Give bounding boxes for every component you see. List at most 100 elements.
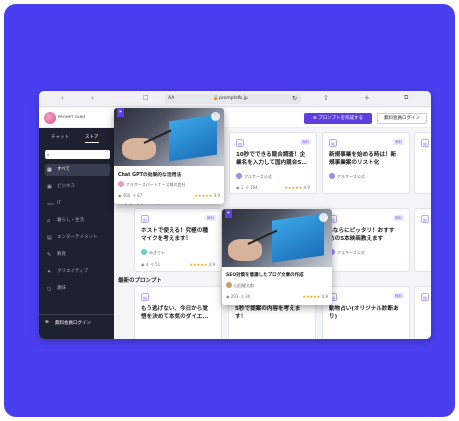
app-header: PROMPT FARM ⊕ プロンプトを作成する 無料会員ログイン <box>39 108 431 128</box>
card-title-line: り) <box>329 314 338 320</box>
card-title-line: ホストで使える！究極の種 <box>141 228 208 234</box>
rating-stars: ★★★★★ <box>284 185 303 190</box>
sidebar-item-education[interactable]: ✎ 教育 <box>45 249 110 261</box>
prompt-icon: ▤ <box>421 215 429 223</box>
sidebar-item-creative[interactable]: ✦ クリエイティブ <box>45 266 110 278</box>
card-author: アルサーズ公式 <box>329 173 365 180</box>
sidebar-login-button[interactable]: ⊕ 無料会員ログイン <box>45 320 91 326</box>
featured-prompt-card[interactable]: ⚑ ♡ SEO対策を意識したブログ文章の作成 山田健太郎 ◉ 293 ⚲ 30 … <box>222 209 332 305</box>
sidebar-item-entertainment[interactable]: ▤ エンターテイメント <box>45 232 110 244</box>
forward-icon[interactable]: › <box>91 94 94 102</box>
promo-background: ‹ › □ AA 🔒 promptsfb.jp ↻ ⇧ + ⧉ PROMPT F… <box>4 4 455 417</box>
tab-store[interactable]: ストア <box>85 134 99 143</box>
prompt-icon: ▤ <box>141 215 149 223</box>
prompt-card[interactable]: ▤ もう逃げない、今日から覚 悟を決めて本気のダイエ… <box>134 286 222 339</box>
sidebar-item-life[interactable]: ⌂ 暮らし・生活 <box>45 215 110 227</box>
reader-icon[interactable]: □ <box>143 94 149 101</box>
prompt-card[interactable]: ▤ 無料 動物占い(オリジナル診断あ り) <box>322 286 410 339</box>
prompt-card[interactable]: ▤ 無料 10秒でできる競合調査！企 業名を入力して国内競合S… アルサーズ公式 … <box>229 132 317 194</box>
prompt-card-partial[interactable]: ▤ <box>414 132 431 194</box>
card-title-line: 業名を入力して国内競合S… <box>236 160 307 166</box>
author-name: みきてゃ <box>149 250 165 255</box>
sidebar-item-hobby[interactable]: ◻ 趣味 <box>45 283 110 295</box>
share-icon[interactable]: ⇧ <box>323 94 329 102</box>
card-stats: ◉ 293 ⚲ 30 <box>226 294 251 299</box>
prompt-card[interactable]: ▤ 無料 5ならにピッタリ！おすす めの5本映画教えます アルサーズ公式 <box>322 208 410 272</box>
back-icon[interactable]: ‹ <box>61 94 64 102</box>
rating-score: 4.9 <box>321 294 328 299</box>
sidebar-item-label: クリエイティブ <box>57 269 89 274</box>
card-title: SEO対策を意識したブログ文章の作成 <box>226 273 304 278</box>
sidebar-tabs: チャット ストア <box>39 128 114 146</box>
sidebar-item-it[interactable]: </> IT <box>45 198 110 210</box>
section-title-latest: 最新のプロンプト <box>118 278 162 284</box>
briefcase-icon: ▣ <box>47 184 52 190</box>
prompt-icon: ▤ <box>421 139 429 147</box>
hand-shape <box>122 138 156 160</box>
card-title-line: 規事業案のリスト化 <box>329 160 380 166</box>
logo-icon[interactable] <box>44 112 56 124</box>
view-count: 1 <box>240 185 244 190</box>
prompt-card[interactable]: ▤ 無料 新規事業を始める時は！新 規事業案のリスト化 アルサーズ公式 <box>322 132 410 194</box>
card-title: 5秒で提案の内容を考えま す！ <box>235 305 300 321</box>
pen-shape <box>143 129 172 144</box>
author-name: 山田健太郎 <box>234 283 254 288</box>
browser-toolbar: ‹ › □ AA 🔒 promptsfb.jp ↻ ⇧ + ⧉ <box>39 91 431 107</box>
rating-stars: ★★★★★ <box>302 294 321 299</box>
rating-score: 4.9 <box>303 185 310 190</box>
card-stats: ◉ 4 ⚲ 51 <box>141 262 161 267</box>
rating-stars: ★★★★★ <box>194 193 213 198</box>
card-title: 新規事業を始める時は！新 規事業案のリスト化 <box>329 151 396 167</box>
prompt-icon: ▤ <box>421 293 429 301</box>
sidebar-item-label: IT <box>57 201 62 206</box>
heart-icon[interactable]: ♡ <box>211 112 220 121</box>
sidebar-item-business[interactable]: ▣ ビジネス <box>45 181 110 193</box>
user-count: 87 <box>137 193 143 198</box>
user-count: 51 <box>155 262 161 267</box>
tabs-icon[interactable]: ⧉ <box>404 94 408 102</box>
rating-stars: ★★★★★ <box>189 262 208 267</box>
card-title: 5ならにピッタリ！おすす めの5本映画教えます <box>329 227 394 243</box>
sidebar-login-label: 無料会員ログイン <box>55 321 91 326</box>
reload-icon[interactable]: ↻ <box>292 94 297 104</box>
sidebar-item-all[interactable]: ▦ すべて <box>45 164 110 176</box>
text-size-label[interactable]: AA <box>168 94 174 104</box>
prompt-card-partial[interactable]: ▤ <box>414 208 431 272</box>
card-stats: ◉ 1 ⚲ 104 <box>236 185 258 190</box>
code-icon: </> <box>47 202 55 206</box>
login-button[interactable]: 無料会員ログイン <box>377 113 427 124</box>
view-count: 400 <box>122 193 131 198</box>
sidebar-item-label: 暮らし・生活 <box>57 218 84 223</box>
pencil-icon: ✎ <box>47 252 52 258</box>
card-title: 10秒でできる競合調査！企 業名を入力して国内競合S… <box>236 151 307 167</box>
avatar <box>141 249 147 255</box>
rating-score: 4.9 <box>213 193 220 198</box>
user-count: 104 <box>250 185 258 190</box>
user-count: 30 <box>245 294 251 299</box>
divider <box>39 314 114 315</box>
card-title: 動物占い(オリジナル診断あ り) <box>329 305 399 321</box>
search-input[interactable]: ⌕ <box>45 150 110 159</box>
create-prompt-button[interactable]: ⊕ プロンプトを作成する <box>304 113 372 124</box>
home-icon: ⌂ <box>47 218 51 224</box>
card-author: アルサーズ公式 <box>236 173 272 180</box>
sidebar-item-label: 趣味 <box>57 286 66 291</box>
prompt-card[interactable]: ▤ 無料 ホストで使える！究極の種 マイクを考えます！ みきてゃ ◉ 4 ⚲ 51… <box>134 208 222 272</box>
logo-text: PROMPT FARM <box>58 115 86 119</box>
sidebar-item-label: すべて <box>57 167 71 172</box>
heart-icon[interactable]: ♡ <box>319 213 328 222</box>
card-author: アルサーズパートナーズ株式会社 <box>118 181 186 188</box>
rating-score: 4.9 <box>208 262 215 267</box>
prompt-icon: ▤ <box>329 139 337 147</box>
sidebar: チャット ストア ⌕ ▦ すべて ▣ ビジネス </> IT ⌂ 暮らし・生活 ▤ エンタ… <box>39 128 114 339</box>
featured-prompt-card[interactable]: ⚑ ♡ Chat GPTの効果的な活用法 アルサーズパートナーズ株式会社 ◉ 4… <box>114 108 224 204</box>
status-badge: 無料 <box>300 139 311 145</box>
prompt-card-partial[interactable]: ▤ <box>414 286 431 339</box>
sparkle-icon: ✦ <box>47 269 52 275</box>
address-bar[interactable]: AA 🔒 promptsfb.jp ↻ <box>165 94 301 104</box>
card-thumbnail: ⚑ ♡ <box>222 209 332 267</box>
card-title-line: マイクを考えます！ <box>141 236 192 242</box>
card-rating: ★★★★★ 4.9 <box>194 193 220 198</box>
new-tab-icon[interactable]: + <box>364 94 370 102</box>
tab-chat[interactable]: チャット <box>51 134 69 140</box>
